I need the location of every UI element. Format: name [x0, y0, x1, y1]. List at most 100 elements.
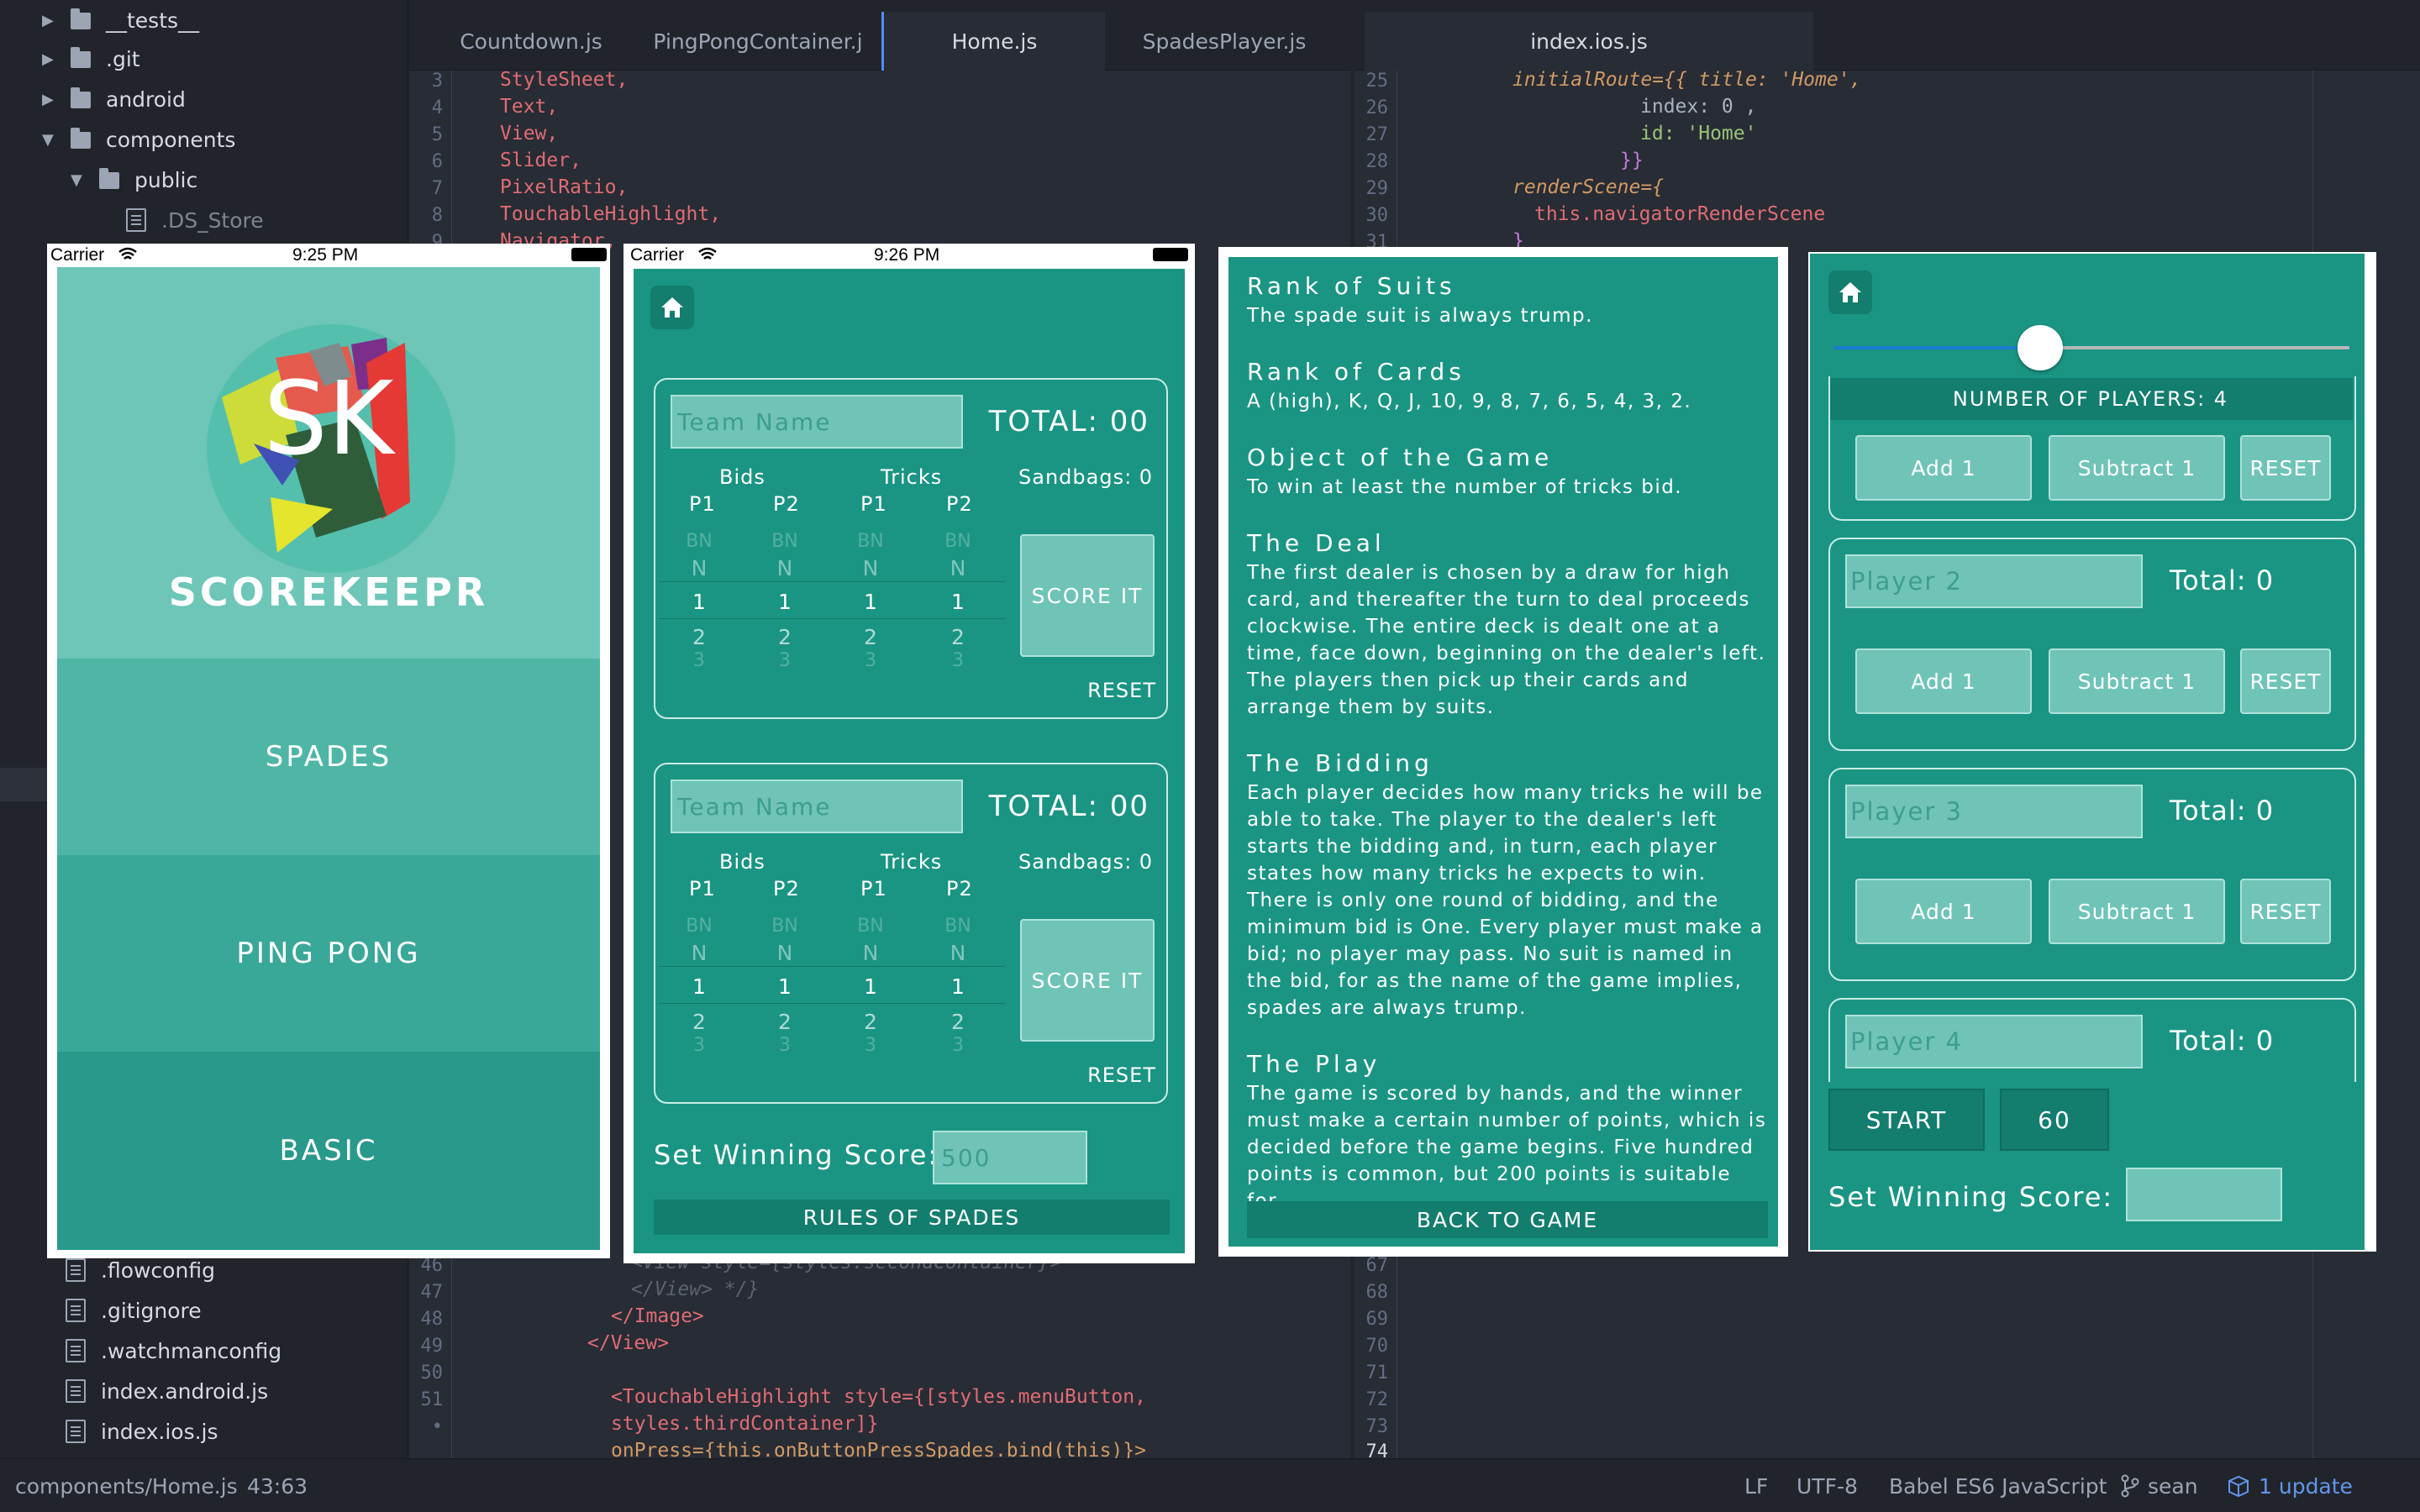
code-line: StyleSheet,: [500, 69, 629, 91]
logo-letters: SK: [263, 361, 394, 478]
reset-button[interactable]: RESET: [2240, 879, 2331, 944]
tab-countdown[interactable]: Countdown.js: [426, 12, 636, 71]
line-number: 73: [1365, 1416, 1389, 1437]
tree-item-git[interactable]: ▶ .git: [42, 39, 140, 79]
reset-button[interactable]: RESET: [2240, 648, 2331, 714]
reset-button[interactable]: RESET: [1087, 1063, 1156, 1087]
tree-item-gitignore[interactable]: .gitignore: [66, 1290, 202, 1331]
tricks-p1-picker[interactable]: 1: [854, 974, 887, 999]
code-line: initialRoute={{ title: 'Home',: [1512, 69, 1862, 91]
status-cursor-position[interactable]: 43:63: [247, 1459, 308, 1512]
tree-item-android[interactable]: ▶ android: [42, 79, 186, 119]
tree-item-ds-store[interactable]: .DS_Store: [126, 200, 264, 240]
subtract-1-button[interactable]: Subtract 1: [2049, 648, 2225, 714]
add-1-button[interactable]: Add 1: [1855, 879, 2032, 944]
timer-input[interactable]: 60: [2000, 1089, 2109, 1151]
tree-item-watchmanconfig[interactable]: .watchmanconfig: [66, 1331, 281, 1371]
home-button[interactable]: [1828, 270, 1872, 314]
bid-p2-picker[interactable]: 1: [768, 590, 802, 614]
rule-text: Each player decides how many tricks he w…: [1247, 782, 1764, 1019]
code-line: id: 'Home': [1640, 123, 1757, 144]
picker-option: BN: [857, 531, 884, 552]
rules-of-spades-button[interactable]: RULES OF SPADES: [654, 1200, 1170, 1235]
line-number: 69: [1365, 1309, 1389, 1330]
picker-option: N: [776, 941, 793, 965]
picker-option: BN: [857, 916, 884, 937]
players-slider[interactable]: [1833, 325, 2349, 370]
picker-option: BN: [771, 531, 798, 552]
p2-label: P2: [946, 492, 973, 516]
tricks-p2-picker[interactable]: 1: [941, 590, 975, 614]
p1-label: P1: [860, 492, 887, 516]
score-it-button[interactable]: SCORE IT: [1020, 919, 1155, 1042]
code-line: styles.thirdContainer]}: [611, 1413, 879, 1435]
subtract-1-button[interactable]: Subtract 1: [2049, 879, 2225, 944]
picker-option: 2: [778, 625, 792, 649]
p1-label: P1: [860, 877, 887, 900]
add-1-button[interactable]: Add 1: [1855, 648, 2032, 714]
back-to-game-button[interactable]: BACK TO GAME: [1247, 1201, 1768, 1238]
team-name-input[interactable]: Team Name: [671, 395, 963, 449]
tree-item-public[interactable]: ▼ public: [71, 160, 197, 200]
file-icon: [66, 1258, 86, 1282]
status-line-ending[interactable]: LF: [1744, 1459, 1768, 1512]
menu-spades-button[interactable]: SPADES: [57, 659, 600, 855]
home-button[interactable]: [650, 286, 694, 329]
player-name-input[interactable]: Player 4: [1845, 1015, 2143, 1068]
file-icon: [66, 1379, 86, 1403]
rule-text: The game is scored by hands, and the win…: [1247, 1083, 1767, 1212]
folder-icon: [71, 8, 91, 29]
tree-item-index-android[interactable]: index.android.js: [66, 1371, 268, 1411]
tab-index-ios[interactable]: index.ios.js: [1365, 12, 1813, 71]
team-name-input[interactable]: Team Name: [671, 780, 963, 833]
tree-item-label: .gitignore: [101, 1298, 202, 1323]
picker-divider: [659, 618, 1005, 619]
winning-score-input[interactable]: 500: [933, 1131, 1087, 1184]
status-encoding[interactable]: UTF-8: [1797, 1459, 1858, 1512]
file-icon: [66, 1299, 86, 1322]
tricks-p1-picker[interactable]: 1: [854, 590, 887, 614]
code-line: }}: [1620, 150, 1644, 171]
start-button[interactable]: START: [1828, 1089, 1985, 1151]
code-line: this.navigatorRenderScene: [1534, 203, 1826, 225]
player-name-input[interactable]: Player 2: [1845, 554, 2143, 608]
tree-item-components[interactable]: ▼ components: [42, 119, 235, 160]
rule-text: The first dealer is chosen by a draw for…: [1247, 562, 1766, 718]
picker-option: N: [691, 941, 708, 965]
sandbags-label: Sandbags: 0: [1018, 850, 1154, 874]
winning-score-input[interactable]: [2126, 1168, 2282, 1221]
status-file-path[interactable]: components/Home.js: [15, 1459, 238, 1512]
wifi-icon: [698, 247, 717, 260]
package-icon: [2228, 1475, 2249, 1498]
bid-p1-picker[interactable]: 1: [682, 590, 716, 614]
battery-icon: [1153, 248, 1188, 261]
status-updates-label: 1 update: [2259, 1473, 2353, 1499]
tab-home[interactable]: Home.js: [881, 12, 1105, 71]
tree-item-tests[interactable]: ▶ __tests__: [42, 0, 199, 40]
status-bar: components/Home.js 43:63 LF UTF-8 Babel …: [0, 1458, 2420, 1512]
reset-button[interactable]: RESET: [2240, 435, 2331, 501]
tab-pingpongcontainer[interactable]: PingPongContainer.j: [653, 12, 863, 71]
menu-basic-button[interactable]: BASIC: [57, 1052, 600, 1250]
line-number: 4: [431, 97, 443, 118]
subtract-1-button[interactable]: Subtract 1: [2049, 435, 2225, 501]
tricks-p2-picker[interactable]: 1: [941, 974, 975, 999]
status-updates[interactable]: 1 update: [2227, 1459, 2353, 1512]
code-line: renderScene={: [1512, 176, 1665, 198]
status-branch[interactable]: sean: [2121, 1459, 2198, 1512]
slider-thumb[interactable]: [2017, 325, 2063, 370]
player-name-input[interactable]: Player 3: [1845, 785, 2143, 838]
menu-ping-pong-button[interactable]: PING PONG: [57, 855, 600, 1052]
tree-item-label: index.ios.js: [101, 1419, 218, 1444]
picker-option: N: [950, 941, 966, 965]
add-1-button[interactable]: Add 1: [1855, 435, 2032, 501]
bid-p1-picker[interactable]: 1: [682, 974, 716, 999]
tab-spadesplayer[interactable]: SpadesPlayer.js: [1115, 12, 1334, 71]
tree-item-label: components: [106, 127, 236, 152]
status-grammar[interactable]: Babel ES6 JavaScript: [1889, 1459, 2107, 1512]
rule-heading: The Deal: [1247, 529, 1386, 557]
bid-p2-picker[interactable]: 1: [768, 974, 802, 999]
tree-item-index-ios[interactable]: index.ios.js: [66, 1411, 218, 1452]
score-it-button[interactable]: SCORE IT: [1020, 534, 1155, 657]
reset-button[interactable]: RESET: [1087, 679, 1156, 702]
